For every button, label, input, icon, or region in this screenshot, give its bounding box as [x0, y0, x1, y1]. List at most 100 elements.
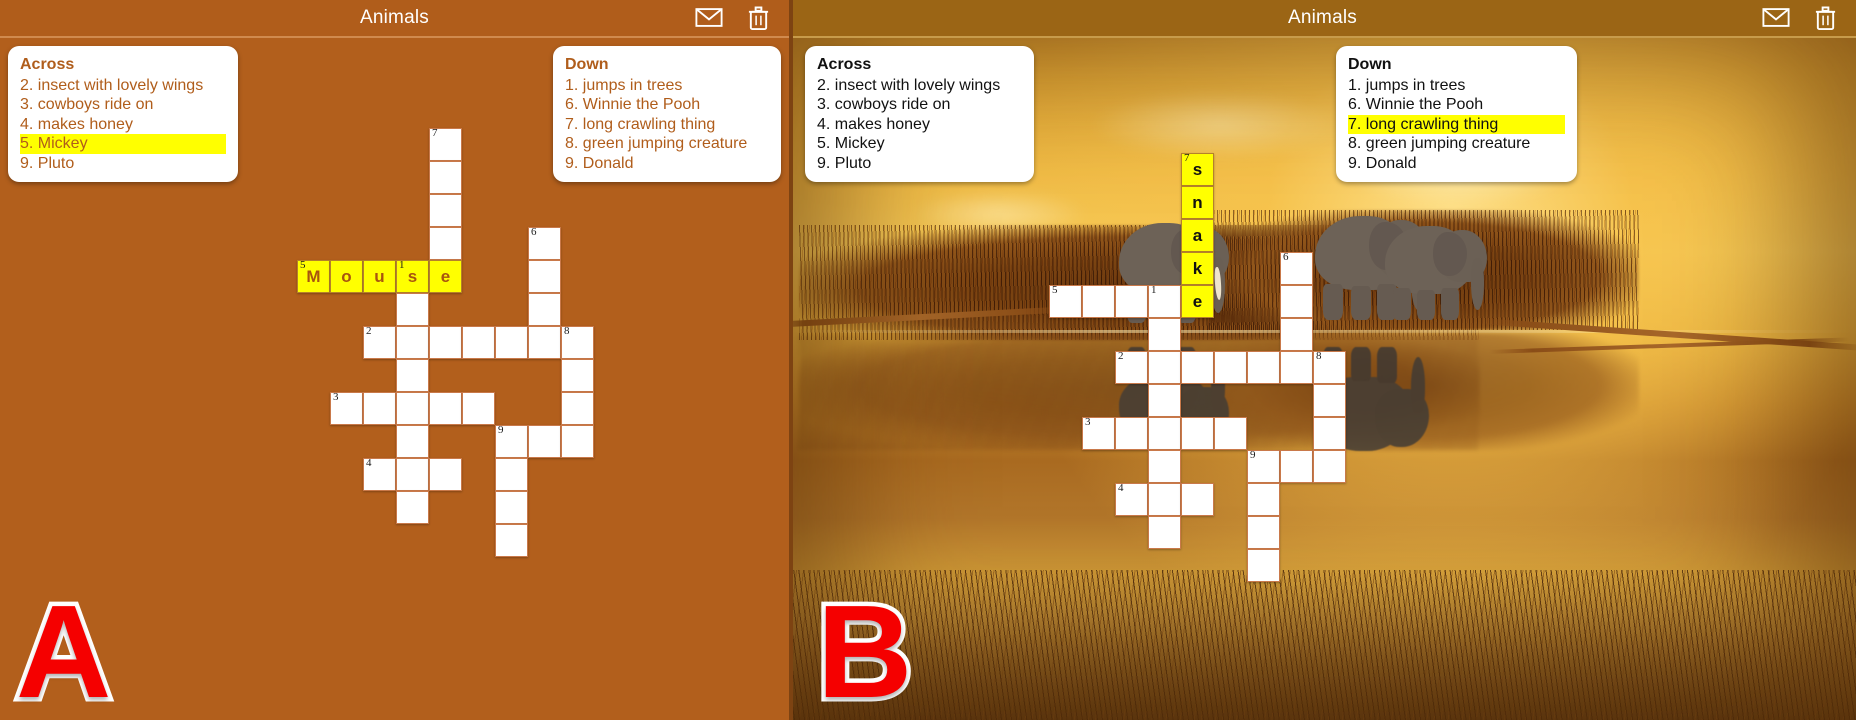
- grid-cell[interactable]: [1148, 417, 1181, 450]
- grid-cell[interactable]: [1115, 285, 1148, 318]
- grid-cell[interactable]: [1148, 450, 1181, 483]
- grid-cell[interactable]: [429, 392, 462, 425]
- grid-cell[interactable]: [561, 425, 594, 458]
- grid-cell[interactable]: 9: [495, 424, 528, 458]
- grid-cell[interactable]: 1s: [396, 259, 429, 293]
- grid-cell[interactable]: [1280, 285, 1313, 318]
- grid-cell[interactable]: [396, 458, 429, 491]
- envelope-icon[interactable]: [1762, 6, 1790, 32]
- grid-cell[interactable]: u: [363, 260, 396, 293]
- grid-cell[interactable]: [1247, 516, 1280, 549]
- grid-cell[interactable]: 1: [1148, 284, 1181, 318]
- grid-cell[interactable]: [396, 491, 429, 524]
- grid-cell[interactable]: 3: [1082, 416, 1115, 450]
- grid-cell[interactable]: 5M: [297, 259, 330, 293]
- grid-cell[interactable]: [528, 425, 561, 458]
- grid-cell[interactable]: [462, 326, 495, 359]
- trash-icon[interactable]: [747, 6, 775, 32]
- grid-cell[interactable]: 2: [363, 325, 396, 359]
- grid-cell[interactable]: [1181, 483, 1214, 516]
- clue-item[interactable]: 5. Mickey: [20, 134, 226, 154]
- clue-item[interactable]: 1. jumps in trees: [1348, 76, 1565, 95]
- trash-icon[interactable]: [1814, 6, 1842, 32]
- grid-cell[interactable]: [429, 227, 462, 260]
- grid-cell[interactable]: 7s: [1181, 152, 1214, 186]
- grid-cell[interactable]: [1280, 318, 1313, 351]
- grid-cell[interactable]: [1280, 351, 1313, 384]
- clue-item[interactable]: 4. makes honey: [817, 115, 1022, 134]
- grid-cell[interactable]: e: [1181, 285, 1214, 318]
- grid-cell[interactable]: [396, 293, 429, 326]
- grid-cell[interactable]: [528, 260, 561, 293]
- grid-cell[interactable]: [561, 359, 594, 392]
- grid-cell[interactable]: [1280, 450, 1313, 483]
- grid-cell[interactable]: 3: [330, 391, 363, 425]
- grid-cell[interactable]: [1148, 483, 1181, 516]
- grid-cell[interactable]: 5: [1049, 284, 1082, 318]
- clue-item[interactable]: 9. Donald: [1348, 154, 1565, 173]
- clue-item[interactable]: 3. cowboys ride on: [20, 95, 226, 114]
- clue-item[interactable]: 9. Pluto: [817, 154, 1022, 173]
- grid-cell[interactable]: [1148, 318, 1181, 351]
- grid-cell[interactable]: [495, 491, 528, 524]
- grid-cell[interactable]: [1214, 417, 1247, 450]
- grid-cell[interactable]: 8: [561, 325, 594, 359]
- grid-cell[interactable]: 6: [528, 226, 561, 260]
- clue-item[interactable]: 2. insect with lovely wings: [817, 76, 1022, 95]
- grid-cell[interactable]: [1148, 384, 1181, 417]
- grid-cell[interactable]: [495, 326, 528, 359]
- grid-cell[interactable]: 7: [429, 127, 462, 161]
- grid-cell[interactable]: o: [330, 260, 363, 293]
- grid-cell[interactable]: [495, 524, 528, 557]
- grid-cell[interactable]: 8: [1313, 350, 1346, 384]
- grid-cell[interactable]: [429, 326, 462, 359]
- grid-cell[interactable]: [396, 359, 429, 392]
- grid-cell[interactable]: [1214, 351, 1247, 384]
- grid-cell[interactable]: [429, 194, 462, 227]
- clue-item[interactable]: 5. Mickey: [817, 134, 1022, 153]
- envelope-icon[interactable]: [695, 6, 723, 32]
- grid-cell[interactable]: [1247, 483, 1280, 516]
- grid-cell[interactable]: [363, 392, 396, 425]
- clue-item[interactable]: 1. jumps in trees: [565, 76, 769, 95]
- grid-cell[interactable]: 9: [1247, 449, 1280, 483]
- clue-item[interactable]: 9. Donald: [565, 154, 769, 173]
- grid-cell[interactable]: [396, 326, 429, 359]
- clue-item[interactable]: 7. long crawling thing: [1348, 114, 1565, 135]
- clue-item[interactable]: 4. makes honey: [20, 115, 226, 134]
- clue-item[interactable]: 9. Pluto: [20, 154, 226, 173]
- grid-cell[interactable]: [1181, 417, 1214, 450]
- clue-item[interactable]: 8. green jumping creature: [565, 134, 769, 153]
- clue-item[interactable]: 7. long crawling thing: [565, 115, 769, 134]
- grid-cell[interactable]: [1082, 285, 1115, 318]
- clue-item[interactable]: 8. green jumping creature: [1348, 134, 1565, 153]
- grid-cell[interactable]: [1313, 450, 1346, 483]
- grid-cell[interactable]: [429, 161, 462, 194]
- clue-item[interactable]: 6. Winnie the Pooh: [565, 95, 769, 114]
- grid-cell[interactable]: [429, 458, 462, 491]
- grid-cell[interactable]: [1115, 417, 1148, 450]
- grid-cell[interactable]: [1148, 516, 1181, 549]
- grid-cell[interactable]: [1313, 417, 1346, 450]
- grid-cell[interactable]: [1148, 351, 1181, 384]
- grid-cell[interactable]: 6: [1280, 251, 1313, 285]
- grid-cell[interactable]: 4: [363, 457, 396, 491]
- grid-cell[interactable]: a: [1181, 219, 1214, 252]
- grid-cell[interactable]: [1313, 384, 1346, 417]
- grid-cell[interactable]: [528, 326, 561, 359]
- grid-cell[interactable]: k: [1181, 252, 1214, 285]
- grid-cell[interactable]: [396, 392, 429, 425]
- grid-cell[interactable]: [1247, 351, 1280, 384]
- grid-cell[interactable]: [462, 392, 495, 425]
- grid-cell[interactable]: 4: [1115, 482, 1148, 516]
- grid-cell[interactable]: [1181, 351, 1214, 384]
- grid-cell[interactable]: [396, 425, 429, 458]
- clue-item[interactable]: 6. Winnie the Pooh: [1348, 95, 1565, 114]
- grid-cell[interactable]: 2: [1115, 350, 1148, 384]
- grid-cell[interactable]: [1247, 549, 1280, 582]
- grid-cell[interactable]: [495, 458, 528, 491]
- grid-cell[interactable]: e: [429, 260, 462, 293]
- clue-item[interactable]: 3. cowboys ride on: [817, 95, 1022, 114]
- grid-cell[interactable]: [561, 392, 594, 425]
- clue-item[interactable]: 2. insect with lovely wings: [20, 76, 226, 95]
